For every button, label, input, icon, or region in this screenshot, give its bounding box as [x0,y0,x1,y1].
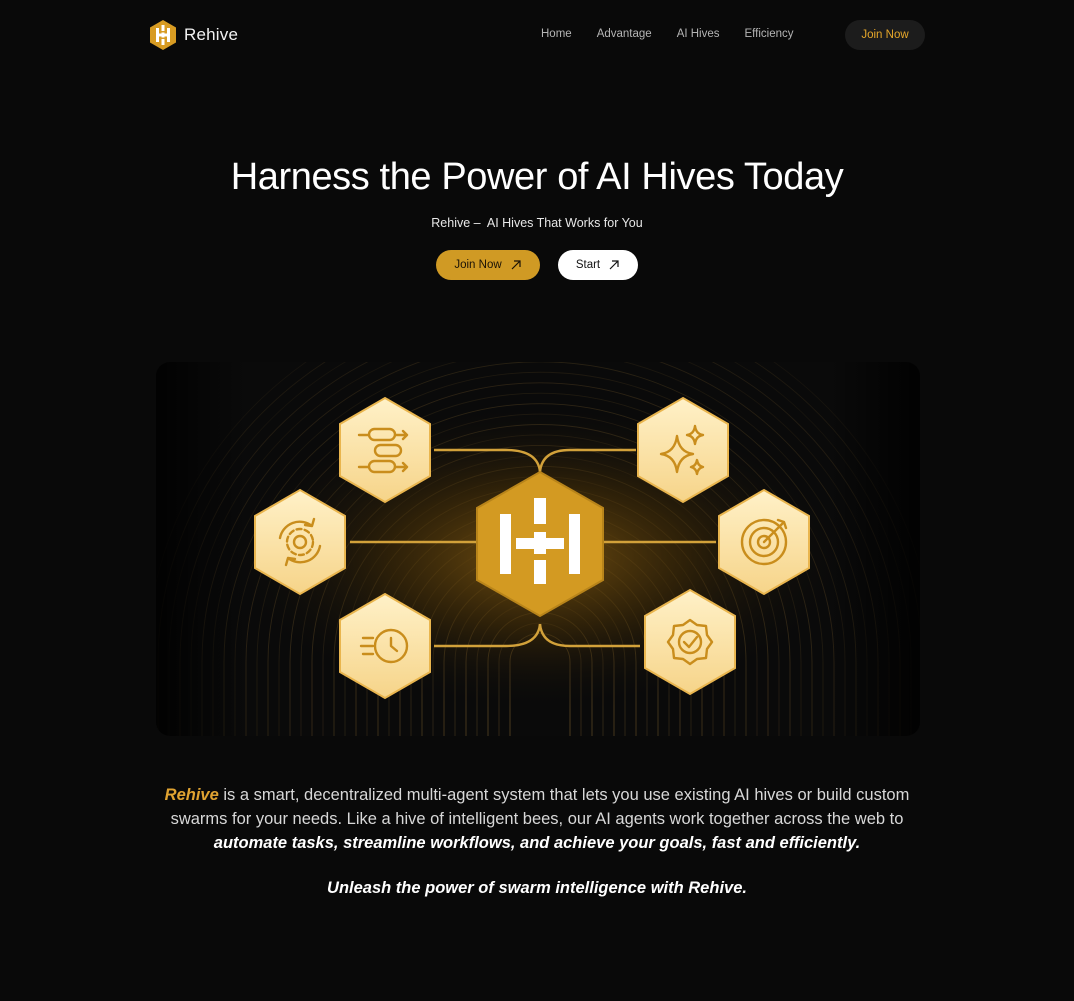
nav-links: Home Advantage AI Hives Efficiency [541,28,819,40]
top-navigation: Rehive Home Advantage AI Hives Efficienc… [0,0,1074,70]
hive-illustration [156,362,920,736]
description-brand-word: Rehive [164,786,219,804]
brand-name: Rehive [184,25,239,44]
hero-start-button[interactable]: Start [558,250,638,280]
nav-link-efficiency[interactable]: Efficiency [745,28,794,40]
description-body: is a smart, decentralized multi-agent sy… [170,786,910,828]
hexagon-logo-icon [150,20,176,50]
description-emphasis: automate tasks, streamline workflows, an… [213,834,861,852]
nav-link-ai-hives[interactable]: AI Hives [677,28,720,40]
nav-join-now-button[interactable]: Join Now [845,20,925,50]
hero-join-now-label: Join Now [454,259,502,271]
nav-link-advantage[interactable]: Advantage [597,28,652,40]
nav-link-home[interactable]: Home [541,28,572,40]
hero-start-label: Start [575,259,601,271]
hero-title: Harness the Power of AI Hives Today [230,156,844,198]
tagline: Unleash the power of swarm intelligence … [327,879,747,897]
hero-subtitle: Rehive – AI Hives That Works for You [431,216,643,230]
brand-logo[interactable]: Rehive [148,19,238,51]
arrow-up-right-icon [609,260,619,270]
arrow-up-right-icon [511,260,521,270]
page: Rehive Home Advantage AI Hives Efficienc… [0,0,1074,1001]
description-paragraph: Rehive is a smart, decentralized multi-a… [150,783,924,855]
hero-join-now-button[interactable]: Join Now [436,250,540,280]
